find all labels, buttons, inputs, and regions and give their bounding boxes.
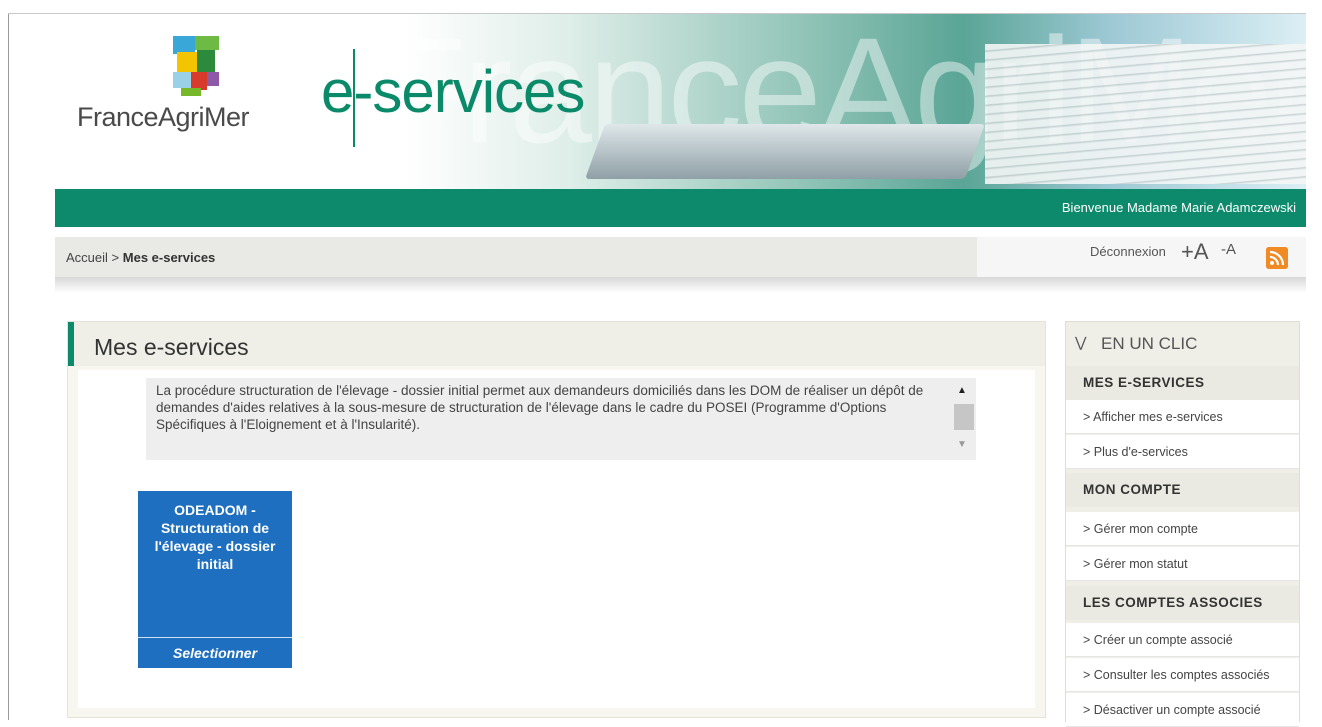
scroll-thumb[interactable] <box>954 404 974 430</box>
papers-illustration <box>985 44 1306 184</box>
welcome-text: Bienvenue Madame Marie Adamczewski <box>1061 200 1296 215</box>
breadcrumb-bar: Accueil > Mes e-services Déconnexion +A … <box>55 237 1306 277</box>
welcome-bar: Bienvenue Madame Marie Adamczewski <box>55 189 1306 227</box>
sidebar-link-label[interactable]: > Plus d'e-services <box>1083 445 1188 459</box>
logout-link[interactable]: Déconnexion <box>1090 244 1166 259</box>
page-title: Mes e-services <box>94 334 249 360</box>
eservice-tile-title[interactable]: ODEADOM - Structuration de l'élevage - d… <box>138 501 292 573</box>
description-box: La procédure structuration de l'élevage … <box>146 378 976 460</box>
sidebar-link-label[interactable]: > Afficher mes e-services <box>1083 410 1223 424</box>
eservice-tile[interactable]: ODEADOM - Structuration de l'élevage - d… <box>138 491 292 668</box>
sidebar-link-label[interactable]: > Créer un compte associé <box>1083 633 1233 647</box>
sidebar-link-consulter-comptes[interactable]: > Consulter les comptes associés <box>1066 658 1299 692</box>
breadcrumb-home-link[interactable]: Accueil <box>66 250 108 265</box>
sidebar-section-mes-eservices: MES E-SERVICES <box>1066 366 1299 400</box>
sidebar-section-heading: MON COMPTE <box>1083 482 1181 497</box>
breadcrumb-shadow <box>55 277 1306 293</box>
franceagrimer-logo-icon[interactable] <box>173 36 219 96</box>
sidebar-link-gerer-statut[interactable]: > Gérer mon statut <box>1066 547 1299 581</box>
scroll-down-arrow-icon[interactable]: ▼ <box>952 436 972 454</box>
page-frame-left <box>8 13 9 720</box>
header-banner: FranceAgriMer FranceAgriMer e-services <box>55 14 1306 189</box>
double-chevron-down-icon[interactable]: ⋁ <box>1075 334 1086 351</box>
description-scrollbar[interactable]: ▲ ▼ <box>952 382 974 456</box>
sidebar-link-label[interactable]: > Gérer mon statut <box>1083 557 1188 571</box>
scroll-up-arrow-icon[interactable]: ▲ <box>952 382 972 400</box>
sidebar-link-label[interactable]: > Consulter les comptes associés <box>1083 668 1270 682</box>
sidebar-link-afficher-eservices[interactable]: > Afficher mes e-services <box>1066 400 1299 434</box>
sidebar-link-label[interactable]: > Gérer mon compte <box>1083 522 1198 536</box>
sidebar-section-heading: LES COMPTES ASSOCIES <box>1083 595 1263 610</box>
quick-links-sidebar: ⋁ EN UN CLIC MES E-SERVICES > Afficher m… <box>1065 321 1300 727</box>
sidebar-section-comptes-associes: LES COMPTES ASSOCIES <box>1066 586 1299 620</box>
main-panel: Mes e-services La procédure structuratio… <box>67 321 1046 718</box>
sidebar-link-gerer-compte[interactable]: > Gérer mon compte <box>1066 512 1299 546</box>
sidebar-section-mon-compte: MON COMPTE <box>1066 473 1299 507</box>
laptop-illustration <box>584 124 986 179</box>
sidebar-link-desactiver-compte[interactable]: > Désactiver un compte associé <box>1066 693 1299 727</box>
main-title-bar: Mes e-services <box>68 322 1045 366</box>
font-increase-button[interactable]: +A <box>1181 239 1209 265</box>
description-text: La procédure structuration de l'élevage … <box>156 383 924 432</box>
breadcrumb-current: Mes e-services <box>122 250 216 265</box>
logo-text[interactable]: FranceAgriMer <box>77 102 250 133</box>
select-button[interactable]: Selectionner <box>138 638 292 668</box>
main-content: La procédure structuration de l'élevage … <box>78 370 1035 708</box>
rss-icon[interactable] <box>1266 247 1288 269</box>
sidebar-link-creer-compte[interactable]: > Créer un compte associé <box>1066 623 1299 657</box>
sidebar-link-plus-eservices[interactable]: > Plus d'e-services <box>1066 435 1299 469</box>
breadcrumb-separator: > <box>111 250 120 265</box>
sidebar-header[interactable]: ⋁ EN UN CLIC <box>1066 322 1299 366</box>
breadcrumb: Accueil > Mes e-services <box>66 250 215 265</box>
sidebar-link-label[interactable]: > Désactiver un compte associé <box>1083 703 1261 717</box>
app-title: e-services <box>321 58 585 125</box>
sidebar-title: EN UN CLIC <box>1101 334 1198 353</box>
font-decrease-button[interactable]: -A <box>1221 241 1236 258</box>
sidebar-section-heading: MES E-SERVICES <box>1083 375 1205 390</box>
